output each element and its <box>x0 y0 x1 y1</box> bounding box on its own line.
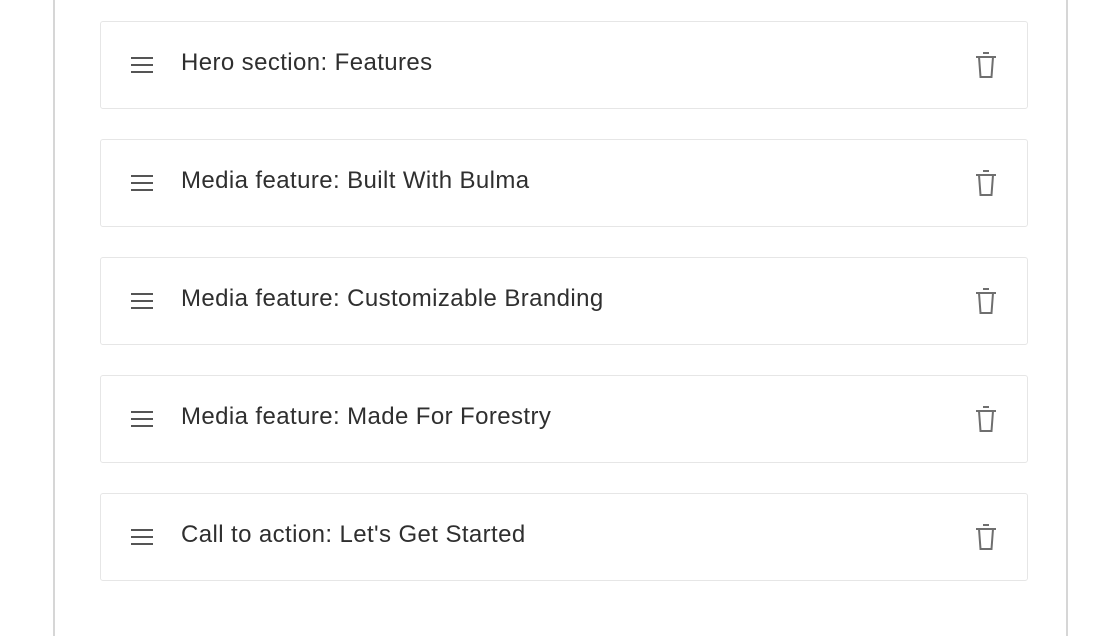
list-item-label: Media feature: Built With Bulma <box>181 167 530 194</box>
list-item[interactable]: Media feature: Built With Bulma <box>100 139 1028 227</box>
block-list: Hero section: Features Media feature: Bu… <box>100 21 1028 581</box>
trash-icon[interactable] <box>973 286 999 316</box>
list-item[interactable]: Hero section: Features <box>100 21 1028 109</box>
list-item-label: Media feature: Customizable Branding <box>181 285 604 312</box>
drag-handle-icon[interactable] <box>129 291 155 311</box>
trash-icon[interactable] <box>973 404 999 434</box>
drag-handle-icon[interactable] <box>129 527 155 547</box>
list-item[interactable]: Media feature: Made For Forestry <box>100 375 1028 463</box>
list-item[interactable]: Call to action: Let's Get Started <box>100 493 1028 581</box>
list-item-label: Media feature: Made For Forestry <box>181 403 552 430</box>
list-item-label: Hero section: Features <box>181 49 433 76</box>
list-item[interactable]: Media feature: Customizable Branding <box>100 257 1028 345</box>
drag-handle-icon[interactable] <box>129 55 155 75</box>
list-item-label: Call to action: Let's Get Started <box>181 521 526 548</box>
drag-handle-icon[interactable] <box>129 173 155 193</box>
trash-icon[interactable] <box>973 168 999 198</box>
trash-icon[interactable] <box>973 522 999 552</box>
drag-handle-icon[interactable] <box>129 409 155 429</box>
trash-icon[interactable] <box>973 50 999 80</box>
blocks-panel: Hero section: Features Media feature: Bu… <box>53 0 1068 636</box>
